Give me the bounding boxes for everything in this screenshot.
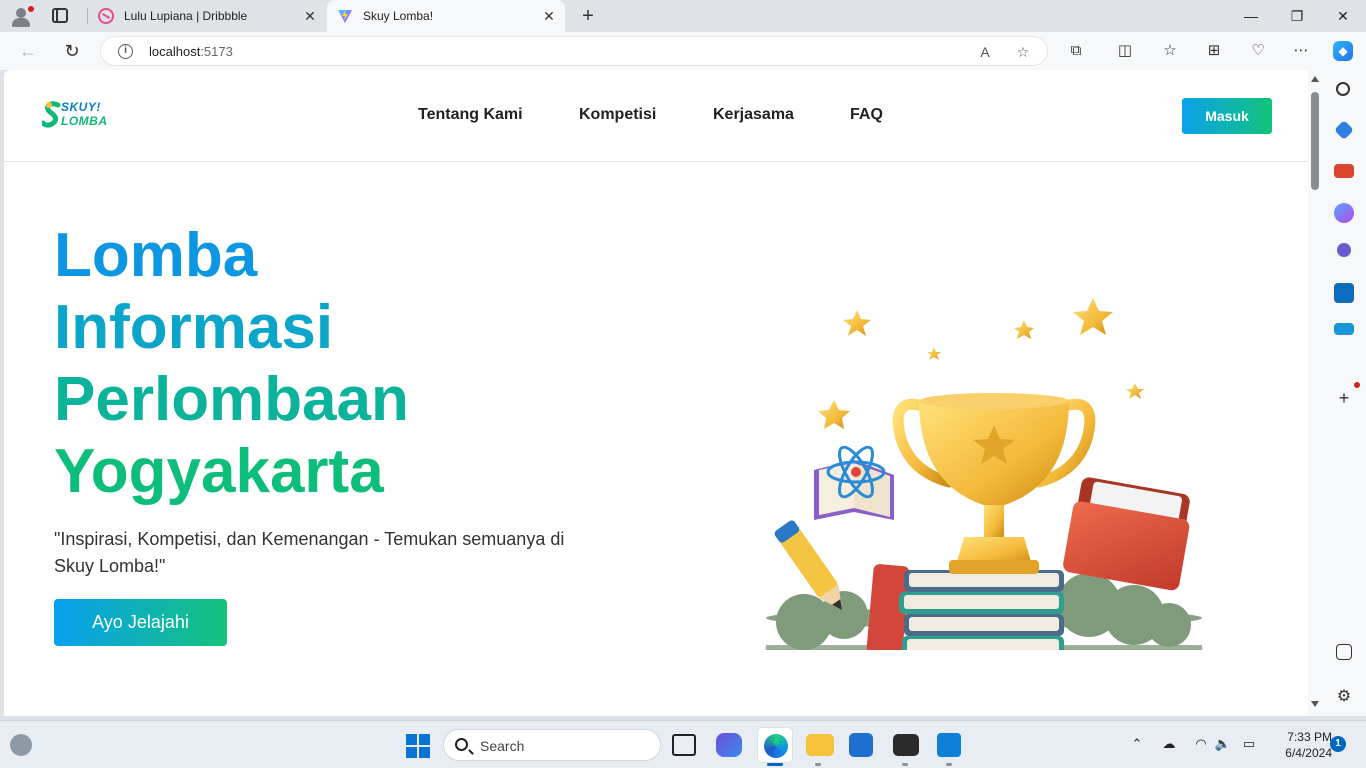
back-button[interactable]: ← bbox=[14, 38, 42, 64]
games-icon[interactable] bbox=[1337, 243, 1351, 257]
tab-dribbble[interactable]: Lulu Lupiana | Dribbble ✕ bbox=[88, 0, 326, 32]
dribbble-icon bbox=[98, 8, 114, 24]
nav-kerjasama[interactable]: Kerjasama bbox=[713, 106, 794, 124]
close-tab-icon[interactable]: ✕ bbox=[302, 8, 318, 24]
split-screen-icon[interactable]: ◫ bbox=[1115, 41, 1135, 61]
hero-title: Lomba Informasi Perlombaan Yogyakarta bbox=[54, 220, 409, 508]
search-icon bbox=[455, 738, 468, 751]
windows-taskbar: Search ⌃ ☁ ◠ 🔈 ▭ 7:33 PM 6/4/2024 1 bbox=[0, 720, 1366, 768]
weather-icon[interactable] bbox=[10, 734, 32, 756]
site-header: SKUY! LOMBA Tentang Kami Kompetisi Kerja… bbox=[4, 70, 1308, 162]
outlook-icon[interactable] bbox=[1334, 283, 1354, 303]
settings-gear-icon[interactable]: ⚙ bbox=[1334, 687, 1354, 707]
volume-icon[interactable]: 🔈 bbox=[1214, 735, 1232, 753]
hero-title-line: Informasi bbox=[54, 293, 334, 362]
send-icon[interactable] bbox=[1334, 323, 1354, 335]
nav-faq[interactable]: FAQ bbox=[850, 106, 883, 124]
tab-title: Lulu Lupiana | Dribbble bbox=[124, 9, 248, 23]
close-tab-icon[interactable]: ✕ bbox=[541, 8, 557, 24]
new-tab-button[interactable]: + bbox=[577, 5, 599, 27]
tools-icon[interactable] bbox=[1334, 164, 1354, 178]
edge-browser-icon[interactable] bbox=[757, 727, 793, 763]
microsoft-store-icon[interactable] bbox=[849, 733, 873, 757]
book-stack bbox=[899, 570, 1064, 650]
taskbar-search[interactable]: Search bbox=[443, 729, 661, 761]
address-bar[interactable]: i localhost:5173 A ☆ bbox=[100, 36, 1048, 66]
folder-decoration bbox=[1063, 477, 1190, 591]
file-explorer-icon[interactable] bbox=[806, 734, 834, 756]
tab-title: Skuy Lomba! bbox=[363, 9, 434, 23]
app-active-indicator bbox=[767, 763, 783, 766]
app-running-indicator bbox=[902, 763, 908, 766]
edge-sidebar: + ⚙ bbox=[1322, 70, 1366, 716]
logo-text-top: SKUY! bbox=[61, 100, 101, 114]
refresh-button[interactable]: ↻ bbox=[58, 38, 86, 64]
hero-subtitle: "Inspirasi, Kompetisi, dan Kemenangan - … bbox=[54, 529, 565, 576]
read-aloud-icon[interactable]: A bbox=[975, 43, 995, 61]
scroll-up-icon[interactable] bbox=[1311, 76, 1319, 82]
vite-icon bbox=[338, 9, 352, 23]
terminal-icon[interactable] bbox=[893, 734, 919, 756]
clock-time: 7:33 PM bbox=[1287, 730, 1332, 744]
vscode-icon[interactable] bbox=[937, 733, 961, 757]
logo-text-bottom: LOMBA bbox=[61, 114, 108, 128]
windows-start-icon[interactable] bbox=[406, 734, 430, 758]
notification-badge[interactable]: 1 bbox=[1330, 736, 1346, 752]
site-logo[interactable]: SKUY! LOMBA bbox=[42, 99, 116, 131]
chevron-up-icon[interactable]: ⌃ bbox=[1128, 735, 1146, 753]
nav-kompetisi[interactable]: Kompetisi bbox=[579, 106, 656, 124]
more-menu-icon[interactable]: ⋯ bbox=[1291, 41, 1311, 61]
browser-toolbar: ← ↻ i localhost:5173 A ☆ ⧉ ◫ ☆ ⊞ ♡ ⋯ ◆ bbox=[0, 32, 1366, 70]
scrollbar-thumb[interactable] bbox=[1311, 92, 1319, 190]
logo-mark-icon bbox=[42, 101, 61, 128]
minimize-button[interactable]: — bbox=[1228, 0, 1274, 32]
extensions-icon[interactable]: ⧉ bbox=[1066, 41, 1086, 61]
close-window-button[interactable]: ✕ bbox=[1320, 0, 1366, 32]
notification-dot bbox=[1354, 382, 1360, 388]
performance-icon[interactable]: ♡ bbox=[1248, 41, 1268, 61]
url-text: localhost:5173 bbox=[149, 44, 233, 59]
collections-icon[interactable]: ⊞ bbox=[1204, 41, 1224, 61]
clock-date: 6/4/2024 bbox=[1285, 746, 1332, 760]
cloud-offline-icon[interactable]: ☁ bbox=[1160, 735, 1178, 753]
hero-title-line: Lomba bbox=[54, 221, 258, 290]
page-scrollbar[interactable] bbox=[1308, 70, 1322, 716]
restore-button[interactable]: ❐ bbox=[1274, 0, 1320, 32]
scroll-down-icon[interactable] bbox=[1311, 701, 1319, 707]
tab-skuy-lomba[interactable]: Skuy Lomba! ✕ bbox=[327, 0, 565, 32]
atom-book-decoration bbox=[814, 445, 894, 520]
login-button[interactable]: Masuk bbox=[1182, 98, 1272, 134]
copilot-icon[interactable]: ◆ bbox=[1333, 41, 1353, 61]
screenshot-icon[interactable] bbox=[1336, 644, 1352, 660]
favorite-star-icon[interactable]: ☆ bbox=[1013, 43, 1033, 61]
tab-actions-icon[interactable] bbox=[52, 8, 68, 23]
hero-title-line: Perlombaan bbox=[54, 365, 409, 434]
microsoft-365-icon[interactable] bbox=[1334, 203, 1354, 223]
system-clock[interactable]: 7:33 PM 6/4/2024 bbox=[1270, 729, 1332, 761]
explore-button[interactable]: Ayo Jelajahi bbox=[54, 599, 227, 646]
shopping-tag-icon[interactable] bbox=[1334, 120, 1354, 140]
trophy-books-illustration bbox=[765, 298, 1203, 650]
hero-title-line: Yogyakarta bbox=[54, 437, 384, 506]
app-running-indicator bbox=[946, 763, 952, 766]
add-sidebar-app-icon[interactable]: + bbox=[1334, 388, 1354, 408]
site-info-icon[interactable]: i bbox=[118, 44, 133, 59]
page-viewport: SKUY! LOMBA Tentang Kami Kompetisi Kerja… bbox=[4, 70, 1308, 716]
battery-icon[interactable]: ▭ bbox=[1240, 735, 1258, 753]
nav-tentang-kami[interactable]: Tentang Kami bbox=[418, 106, 523, 124]
app-running-indicator bbox=[815, 763, 821, 766]
search-icon[interactable] bbox=[1336, 82, 1350, 96]
meet-icon[interactable] bbox=[716, 733, 742, 757]
profile-icon[interactable] bbox=[8, 4, 34, 28]
task-view-icon[interactable] bbox=[672, 734, 696, 756]
favorites-icon[interactable]: ☆ bbox=[1160, 41, 1180, 61]
browser-tab-strip: Lulu Lupiana | Dribbble ✕ Skuy Lomba! ✕ … bbox=[0, 0, 1366, 32]
trophy bbox=[892, 393, 1096, 574]
search-placeholder: Search bbox=[480, 738, 525, 754]
wifi-icon[interactable]: ◠ bbox=[1192, 735, 1210, 753]
